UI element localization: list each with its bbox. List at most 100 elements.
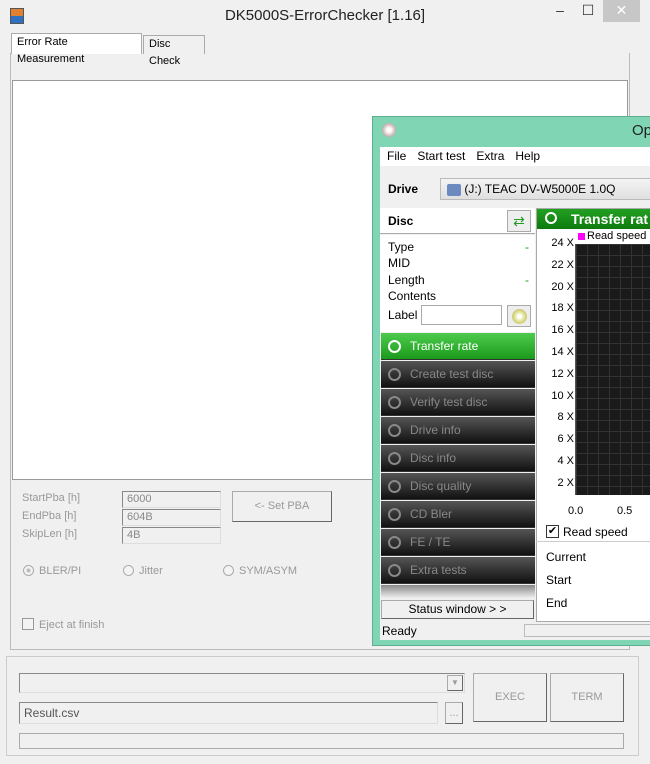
sidebar-item-label: Create test disc	[410, 367, 494, 381]
start-pba-label: StartPba [h]	[22, 492, 81, 504]
eject-label: Eject at finish	[39, 619, 105, 631]
jitter-radio[interactable]	[123, 565, 134, 576]
stat-current-label: Current	[546, 550, 587, 564]
tab-disc-check[interactable]: Disc Check	[143, 35, 205, 67]
close-button[interactable]: ✕	[603, 0, 640, 22]
status-text: Ready	[382, 624, 417, 638]
x-tick-1: 0.5	[617, 505, 633, 517]
chevron-down-icon[interactable]: ▼	[447, 675, 463, 691]
stat-start-label: Start	[546, 573, 572, 587]
disc-icon	[388, 452, 401, 465]
disc-label-button[interactable]	[507, 305, 531, 327]
read-speed-checkbox[interactable]: ✔	[546, 525, 559, 538]
exec-button[interactable]: EXEC	[473, 673, 547, 722]
sidebar-item-verify-test-disc[interactable]: Verify test disc	[381, 389, 535, 416]
maximize-button[interactable]: ☐	[574, 0, 602, 22]
menu-bar: File Start test Extra Help	[380, 147, 650, 166]
output-file-input[interactable]: Result.csv	[19, 702, 438, 724]
y-tick-label: 12 X	[551, 367, 574, 380]
y-tick-label: 2 X	[557, 476, 574, 489]
stat-end-label: End	[546, 596, 568, 610]
sidebar-item-disc-info[interactable]: Disc info	[381, 445, 535, 472]
device-select[interactable]	[19, 673, 465, 693]
sidebar-item-label: Disc quality	[410, 479, 472, 493]
disc-icon	[388, 396, 401, 409]
disc-icon	[388, 508, 401, 521]
jitter-label: Jitter	[139, 565, 163, 577]
progress-bar	[19, 733, 624, 749]
disc-icon	[388, 480, 401, 493]
sidebar-item-disc-quality[interactable]: Disc quality	[381, 473, 535, 500]
drive-value: (J:) TEAC DV-W5000E 1.0Q	[464, 182, 616, 196]
disc-contents-label: Contents	[388, 289, 437, 303]
y-tick-label: 16 X	[551, 324, 574, 337]
drive-select[interactable]: (J:) TEAC DV-W5000E 1.0Q	[440, 178, 650, 200]
sidebar-item-extra-tests[interactable]: Extra tests	[381, 557, 535, 584]
y-tick-label: 18 X	[551, 302, 574, 315]
term-button[interactable]: TERM	[550, 673, 624, 722]
disc-label-label: Label	[388, 308, 418, 322]
sidebar-item-label: Extra tests	[410, 563, 467, 577]
skip-len-input[interactable]: 4B	[122, 527, 221, 544]
sidebar-item-fe-te[interactable]: FE / TE	[381, 529, 535, 556]
status-window-button[interactable]: Status window > >	[381, 600, 534, 619]
x-tick-0: 0.0	[568, 505, 584, 517]
sidebar-item-label: FE / TE	[410, 535, 451, 549]
drive-label: Drive	[388, 182, 419, 196]
disc-type-label: Type	[388, 240, 415, 254]
disc-length-label: Length	[388, 273, 425, 287]
chart-plot-area	[575, 244, 650, 495]
menu-extra[interactable]: Extra	[476, 147, 504, 166]
drive-icon	[447, 183, 461, 196]
sidebar-item-drive-info[interactable]: Drive info	[381, 417, 535, 444]
skip-len-label: SkipLen [h]	[22, 528, 78, 540]
browse-button[interactable]: ...	[445, 702, 463, 724]
disc-icon	[388, 424, 401, 437]
eject-checkbox[interactable]	[22, 618, 34, 630]
disc-label-input[interactable]	[421, 305, 502, 325]
disc-type-value: -	[525, 240, 529, 254]
disc-icon	[388, 368, 401, 381]
y-tick-label: 20 X	[551, 280, 574, 293]
tab-error-rate-measurement[interactable]: Error Rate Measurement	[11, 33, 142, 65]
y-tick-label: 6 X	[557, 433, 574, 446]
bler-pi-label: BLER/PI	[39, 565, 82, 577]
menu-help[interactable]: Help	[515, 147, 540, 166]
sidebar-item-create-test-disc[interactable]: Create test disc	[381, 361, 535, 388]
set-pba-button[interactable]: <- Set PBA	[232, 491, 332, 522]
y-tick-label: 22 X	[551, 258, 574, 271]
disc-icon	[388, 564, 401, 577]
sidebar-item-label: Transfer rate	[410, 339, 479, 353]
end-pba-label: EndPba [h]	[22, 510, 77, 522]
minimize-button[interactable]: –	[546, 0, 574, 22]
sidebar-item-cd-bler[interactable]: CD Bler	[381, 501, 535, 528]
y-tick-label: 10 X	[551, 389, 574, 402]
read-speed-legend-swatch	[578, 233, 585, 240]
sidebar-item-label: Drive info	[410, 423, 461, 437]
end-pba-input[interactable]: 604B	[122, 509, 221, 526]
y-tick-label: 4 X	[557, 455, 574, 467]
divider	[536, 541, 650, 542]
y-tick-label: 8 X	[557, 411, 574, 424]
sidebar-spacer	[381, 585, 535, 598]
sidebar-item-transfer-rate[interactable]: Transfer rate	[381, 333, 535, 360]
menu-file[interactable]: File	[387, 147, 406, 166]
bler-pi-radio[interactable]	[23, 565, 34, 576]
y-tick-label: 24 X	[551, 237, 574, 249]
disc-app-icon	[382, 123, 396, 137]
sym-asym-radio[interactable]	[223, 565, 234, 576]
disc-mid-label: MID	[388, 256, 410, 270]
sidebar-item-label: Verify test disc	[410, 395, 488, 409]
menu-start-test[interactable]: Start test	[417, 147, 465, 166]
refresh-icon[interactable]: ⇄	[507, 210, 531, 232]
disc-length-value: -	[525, 273, 529, 287]
start-pba-input[interactable]: 6000	[122, 491, 221, 508]
legend-read-speed: Read speed	[587, 230, 647, 242]
overlay-title: Op	[632, 122, 650, 139]
disc-icon	[388, 536, 401, 549]
status-progress	[524, 624, 650, 637]
sidebar-item-label: CD Bler	[410, 507, 453, 521]
disc-icon	[388, 340, 401, 353]
read-speed-checkbox-label: Read speed	[563, 525, 628, 539]
sidebar-item-label: Disc info	[410, 451, 457, 465]
